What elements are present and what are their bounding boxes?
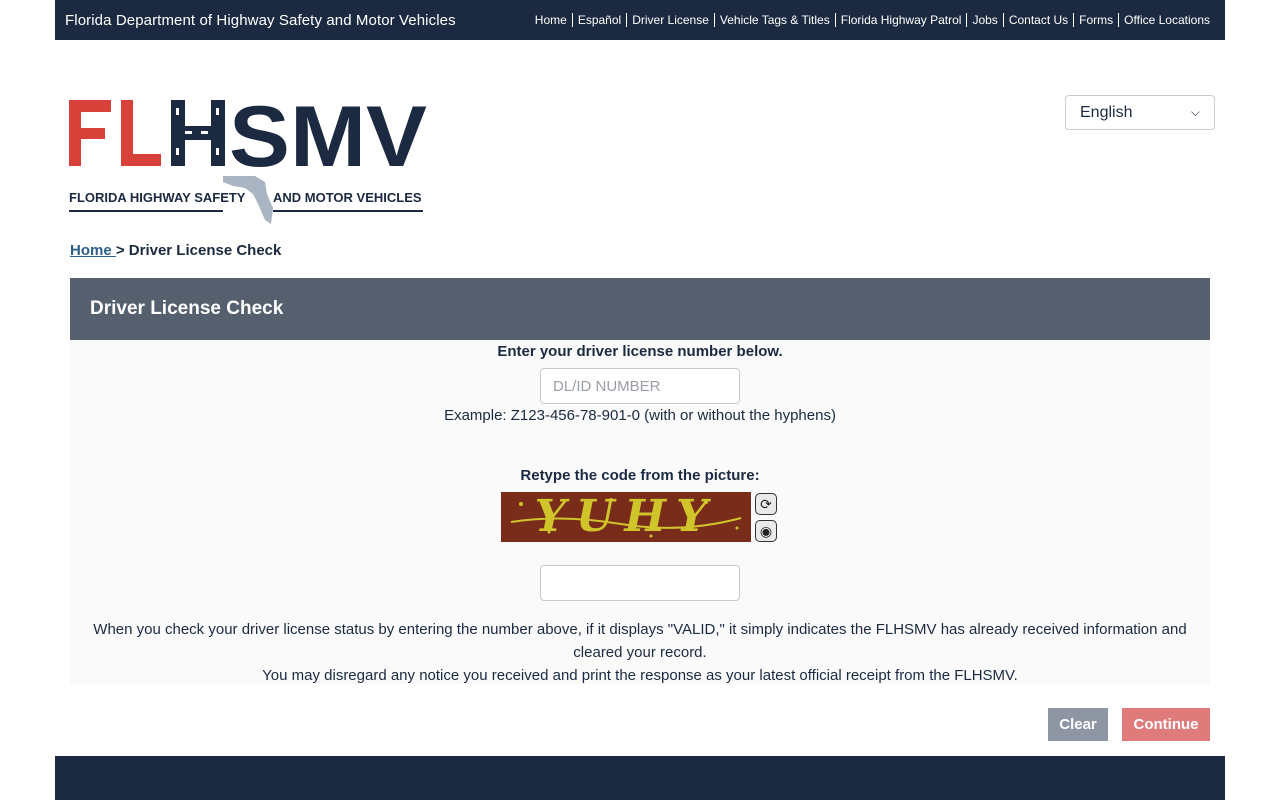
notice-line-2: You may disregard any notice you receive… (262, 667, 1018, 684)
dl-example-text: Example: Z123-456-78-901-0 (with or with… (444, 407, 836, 424)
language-select[interactable]: English ⌵ (1065, 95, 1215, 130)
nav-office-locations[interactable]: Office Locations (1118, 13, 1215, 27)
top-nav: Home Español Driver License Vehicle Tags… (530, 13, 1215, 27)
nav-vehicle-tags-titles[interactable]: Vehicle Tags & Titles (713, 13, 835, 27)
agency-name: Florida Department of Highway Safety and… (65, 11, 456, 29)
captcha-text: YUHY (534, 492, 718, 542)
captcha-image: YUHY (501, 492, 751, 542)
footer (55, 756, 1225, 800)
notice-text: When you check your driver license statu… (70, 618, 1210, 687)
logo-letters: SMV (229, 98, 427, 185)
nav-contact-us[interactable]: Contact Us (1002, 13, 1073, 27)
language-selected: English (1080, 103, 1133, 121)
audio-icon[interactable]: ◉ (755, 520, 777, 542)
refresh-icon[interactable]: ⟳ (755, 493, 777, 515)
logo-graphic: SMV FLORIDA HIGHWAY SAFETY AND MOTOR VEH… (69, 89, 427, 224)
dl-number-input[interactable]: DL/ID NUMBER (540, 368, 740, 404)
nav-driver-license[interactable]: Driver License (626, 13, 714, 27)
flhsmv-logo[interactable]: SMV FLORIDA HIGHWAY SAFETY AND MOTOR VEH… (69, 89, 429, 228)
captcha-input[interactable] (540, 565, 740, 601)
notice-line-1: When you check your driver license statu… (93, 621, 1187, 661)
nav-florida-highway-patrol[interactable]: Florida Highway Patrol (834, 13, 967, 27)
nav-espanol[interactable]: Español (571, 13, 626, 27)
clear-button[interactable]: Clear (1048, 708, 1108, 741)
breadcrumb: Home > Driver License Check (70, 242, 281, 259)
nav-forms[interactable]: Forms (1073, 13, 1118, 27)
breadcrumb-separator: > (115, 242, 129, 259)
breadcrumb-current: Driver License Check (128, 242, 282, 259)
page: Florida Department of Highway Safety and… (55, 0, 1225, 800)
panel-title: Driver License Check (70, 278, 1210, 340)
license-check-form: Enter your driver license number below. … (70, 340, 1210, 684)
nav-jobs[interactable]: Jobs (966, 13, 1002, 27)
breadcrumb-home[interactable]: Home (70, 242, 116, 259)
logo-tagline-left: FLORIDA HIGHWAY SAFETY (69, 190, 246, 205)
nav-home[interactable]: Home (530, 13, 572, 27)
dl-label: Enter your driver license number below. (497, 343, 783, 360)
logo-tagline-right: AND MOTOR VEHICLES (273, 190, 422, 205)
chevron-down-icon: ⌵ (1190, 105, 1200, 119)
top-bar: Florida Department of Highway Safety and… (55, 0, 1225, 40)
captcha-label: Retype the code from the picture: (520, 467, 760, 484)
continue-button[interactable]: Continue (1122, 708, 1210, 741)
